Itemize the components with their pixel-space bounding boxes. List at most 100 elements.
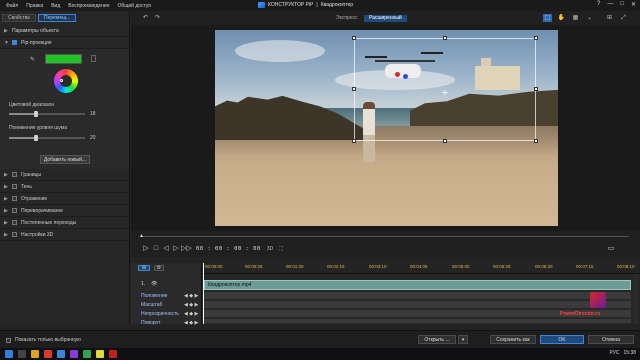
track-view-button[interactable]: ⊙ xyxy=(138,265,150,271)
explorer-icon[interactable] xyxy=(31,350,39,358)
app-icon[interactable] xyxy=(57,350,65,358)
pip-projection-checkbox[interactable] xyxy=(12,40,17,45)
undo-icon[interactable]: ↶ xyxy=(141,14,150,22)
menu-share[interactable]: Общий доступ xyxy=(118,3,152,9)
close-button[interactable]: ✕ xyxy=(631,1,636,8)
time-ruler[interactable]: 00:00:00 00:00:25 00:01:20 00:02:15 00:0… xyxy=(203,263,640,274)
show-selected-checkbox[interactable] xyxy=(6,337,11,343)
app-icon[interactable] xyxy=(70,350,78,358)
monitor-icon[interactable]: ▭ xyxy=(606,244,616,254)
video-preview[interactable]: ✛ xyxy=(215,30,558,226)
section-checkbox[interactable] xyxy=(12,220,17,225)
resize-handle[interactable] xyxy=(352,139,356,143)
app-icon[interactable] xyxy=(83,350,91,358)
key-color-swatch[interactable] xyxy=(45,54,82,64)
keyframe-nav-icon[interactable]: ◀ ◆ ▶ xyxy=(184,319,198,327)
fast-forward-icon[interactable]: ▷▷ xyxy=(181,244,192,254)
eye-icon[interactable]: 👁 xyxy=(151,280,157,288)
color-wheel[interactable] xyxy=(54,69,78,93)
clock[interactable]: 15:38 xyxy=(623,350,636,356)
redo-icon[interactable]: ↷ xyxy=(153,14,162,22)
noise-slider[interactable] xyxy=(9,135,85,141)
playhead[interactable] xyxy=(203,263,204,324)
section-checkbox[interactable] xyxy=(12,184,17,189)
play-icon[interactable]: ▷ xyxy=(141,244,151,254)
snap-icon[interactable]: ⊞ xyxy=(605,14,614,22)
keyframe-track-opacity[interactable]: Непрозрачность ◀ ◆ ▶ xyxy=(131,310,201,318)
hand-tool-icon[interactable]: ✋ xyxy=(557,14,566,22)
section-borders[interactable]: ▶ Границы xyxy=(0,169,129,181)
timecode-display[interactable]: 00 : 00 : 00 : 00 xyxy=(196,246,261,252)
section-checkbox[interactable] xyxy=(12,172,17,177)
language-indicator[interactable]: РУС xyxy=(609,350,619,356)
prev-frame-icon[interactable]: ◁ xyxy=(161,244,171,254)
resize-handle[interactable] xyxy=(534,36,538,40)
keyframe-nav-icon[interactable]: ◀ ◆ ▶ xyxy=(184,292,198,300)
move-crosshair-icon[interactable]: ✛ xyxy=(442,89,448,97)
maximize-button[interactable]: □ xyxy=(620,1,624,8)
resize-handle[interactable] xyxy=(534,139,538,143)
section-pip-projection[interactable]: ▼ Pip-проекция xyxy=(0,37,129,49)
menu-file[interactable]: Файл xyxy=(6,3,18,9)
keyframe-track-rotation[interactable]: Поворот ◀ ◆ ▶ xyxy=(131,319,201,327)
slider-knob[interactable] xyxy=(33,111,38,117)
next-frame-icon[interactable]: ▷ xyxy=(171,244,181,254)
eyedropper-icon[interactable]: ✎ xyxy=(30,56,35,63)
3d-mode-button[interactable]: 3D xyxy=(267,246,273,252)
open-dropdown-icon[interactable]: ▾ xyxy=(458,335,468,344)
color-wheel-picker[interactable] xyxy=(60,79,63,82)
resize-handle[interactable] xyxy=(443,36,447,40)
noise-value[interactable]: 20 xyxy=(90,135,96,141)
menu-playback[interactable]: Воспроизведение xyxy=(68,3,109,9)
search-icon[interactable] xyxy=(18,350,26,358)
save-as-button[interactable]: Сохранить как xyxy=(490,335,536,344)
select-tool-icon[interactable]: ⬚ xyxy=(543,14,552,22)
express-mode-button[interactable]: Экспресс xyxy=(331,15,363,22)
app-icon[interactable] xyxy=(96,350,104,358)
scrub-bar[interactable]: ▲ xyxy=(131,231,640,241)
open-button[interactable]: Открыть ... xyxy=(418,335,456,344)
section-fades[interactable]: ▶ Постепенные переходы xyxy=(0,217,129,229)
color-range-slider[interactable] xyxy=(9,111,85,117)
tab-properties[interactable]: Свойства xyxy=(2,14,36,22)
section-shadow[interactable]: ▶ Тень xyxy=(0,181,129,193)
section-reflection[interactable]: ▶ Отражение xyxy=(0,193,129,205)
section-checkbox[interactable] xyxy=(12,196,17,201)
browser-icon[interactable] xyxy=(44,350,52,358)
resize-handle[interactable] xyxy=(352,36,356,40)
fullscreen-icon[interactable]: ⛶ xyxy=(279,246,283,252)
track-1-header[interactable]: 1. 👁 xyxy=(131,280,201,288)
section-flip[interactable]: ▶ Переворачивание xyxy=(0,205,129,217)
menu-edit[interactable]: Правка xyxy=(26,3,43,9)
ok-button[interactable]: OK xyxy=(540,335,584,344)
keyframe-nav-icon[interactable]: ◀ ◆ ▶ xyxy=(184,310,198,318)
resize-handle[interactable] xyxy=(352,87,356,91)
fit-icon[interactable]: ⤢ xyxy=(619,14,628,22)
stop-icon[interactable]: □ xyxy=(151,244,161,254)
color-range-value[interactable]: 18 xyxy=(90,111,96,117)
trash-icon[interactable] xyxy=(91,55,96,62)
keyframe-track-position[interactable]: Положение ◀ ◆ ▶ xyxy=(131,292,201,300)
settings-gear-icon[interactable]: ⚙ xyxy=(154,265,164,271)
start-icon[interactable] xyxy=(5,350,13,358)
keyframe-track-scale[interactable]: Масштаб ◀ ◆ ▶ xyxy=(131,301,201,309)
tab-motion[interactable]: Перемещ... xyxy=(37,14,77,22)
advanced-mode-button[interactable]: Расширенный xyxy=(364,15,407,22)
menu-view[interactable]: Вид xyxy=(51,3,60,9)
resize-handle[interactable] xyxy=(443,139,447,143)
section-checkbox[interactable] xyxy=(12,232,17,237)
keyframe-nav-icon[interactable]: ◀ ◆ ▶ xyxy=(184,301,198,309)
show-selected-option[interactable]: Показать только выбранную xyxy=(6,337,81,343)
scrub-track[interactable] xyxy=(141,236,629,237)
grid-icon[interactable]: ▦ xyxy=(571,14,580,22)
minimize-button[interactable]: — xyxy=(607,1,613,8)
resize-handle[interactable] xyxy=(534,87,538,91)
zoom-dropdown-icon[interactable]: ⌄ xyxy=(585,14,594,22)
section-checkbox[interactable] xyxy=(12,208,17,213)
timeline-scrollbar[interactable] xyxy=(633,274,638,324)
scrub-knob-icon[interactable]: ▲ xyxy=(139,233,144,239)
slider-knob[interactable] xyxy=(33,135,38,141)
video-clip[interactable]: Квадрокоптер.mp4 xyxy=(204,280,631,290)
add-new-button[interactable]: Добавить новый... xyxy=(40,155,90,164)
powerdirector-taskbar-icon[interactable] xyxy=(109,350,117,358)
